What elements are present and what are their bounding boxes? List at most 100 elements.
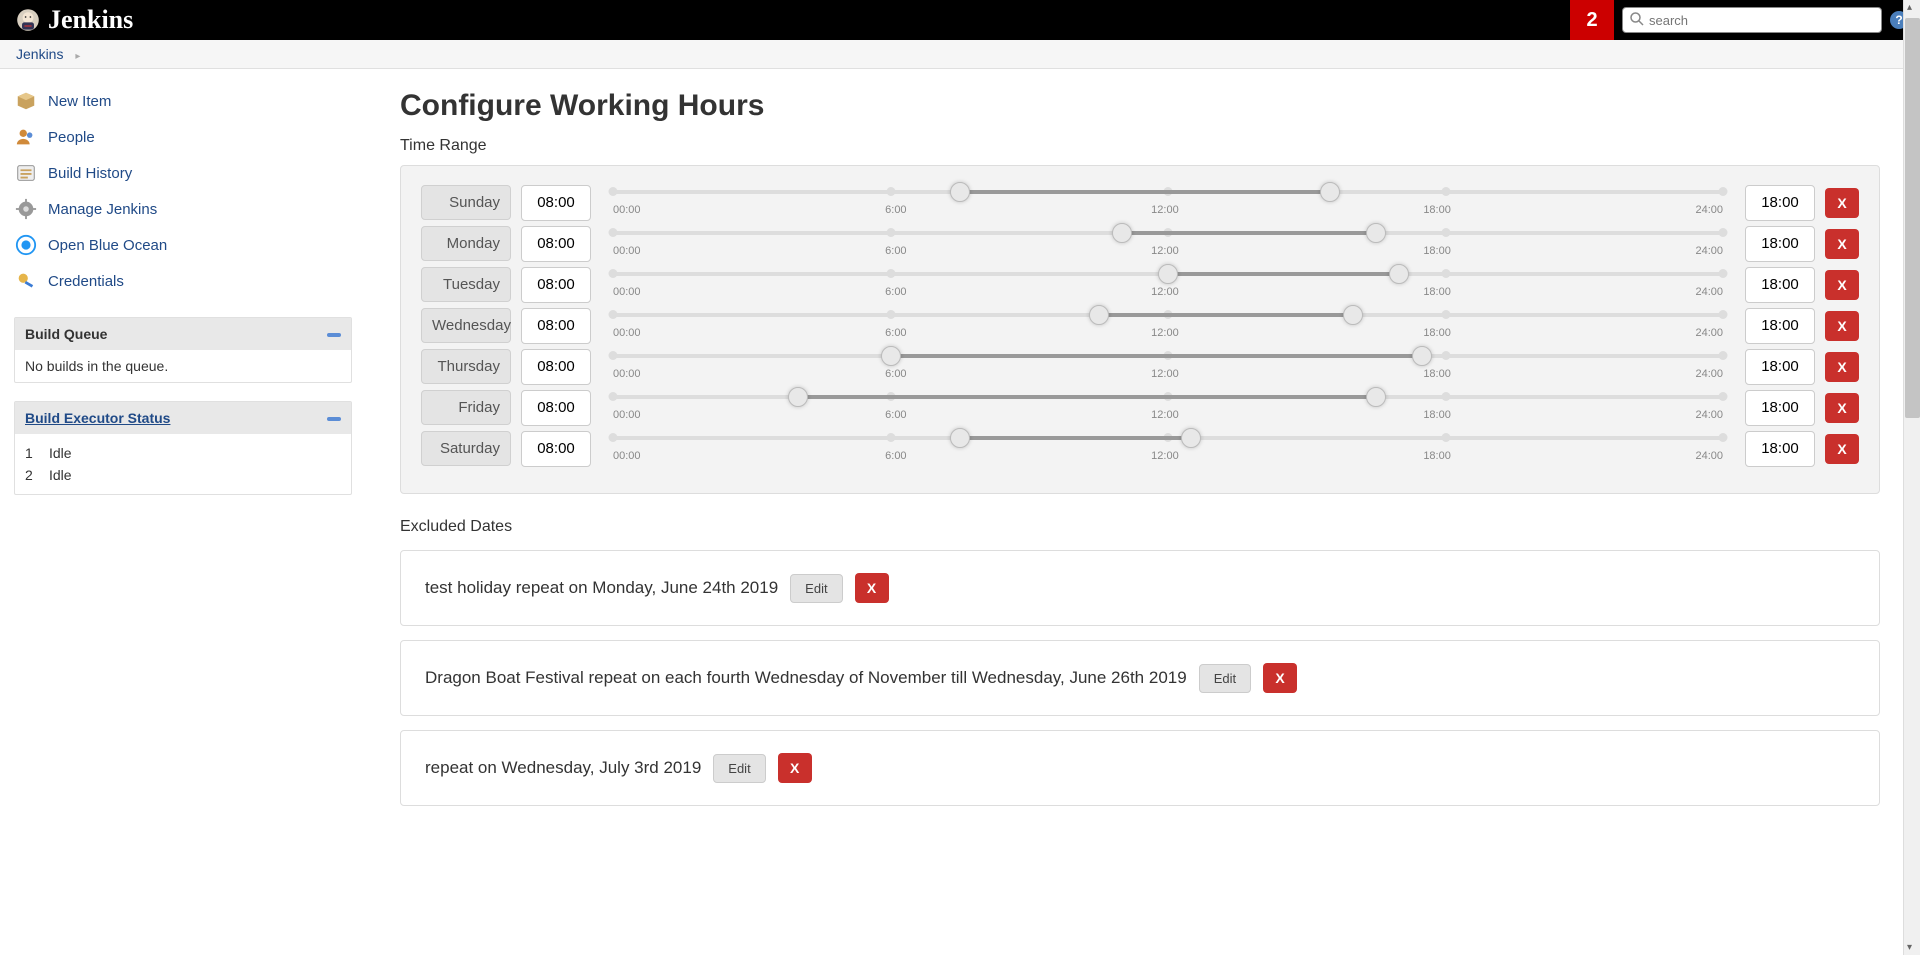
sidebar-item[interactable]: New Item [14,83,352,119]
time-slider[interactable]: 00:006:0012:0018:0024:00 [601,347,1735,387]
slider-tick-label: 24:00 [1695,286,1723,298]
start-time-input[interactable] [521,390,591,426]
start-time-input[interactable] [521,185,591,221]
start-time-input[interactable] [521,308,591,344]
history-icon [14,161,38,185]
scrollbar[interactable]: ▴ ▾ [1903,0,1920,955]
delete-button[interactable]: X [1825,229,1859,259]
slider-handle-end[interactable] [1412,346,1432,366]
slider-tick-label: 18:00 [1423,327,1451,339]
slider-tick-label: 24:00 [1695,450,1723,462]
slider-handle-start[interactable] [1158,264,1178,284]
slider-handle-end[interactable] [1320,182,1340,202]
slider-tick-label: 24:00 [1695,245,1723,257]
executor-header[interactable]: Build Executor Status [15,402,351,434]
end-time-input[interactable] [1745,308,1815,344]
delete-button[interactable]: X [1825,434,1859,464]
time-slider[interactable]: 00:006:0012:0018:0024:00 [601,429,1735,469]
excluded-text: repeat on Wednesday, July 3rd 2019 [425,758,701,778]
slider-handle-end[interactable] [1389,264,1409,284]
slider-handle-start[interactable] [1112,223,1132,243]
search-icon [1629,11,1645,30]
edit-button[interactable]: Edit [713,754,765,783]
brand-area[interactable]: Jenkins [16,5,133,35]
sidebar-item-label[interactable]: People [48,129,95,146]
end-time-input[interactable] [1745,226,1815,262]
delete-button[interactable]: X [1825,352,1859,382]
slider-handle-start[interactable] [950,428,970,448]
time-slider[interactable]: 00:006:0012:0018:0024:00 [601,224,1735,264]
search-box[interactable] [1622,7,1882,33]
search-input[interactable] [1649,13,1875,28]
slider-tick-label: 00:00 [613,245,641,257]
scroll-up-icon[interactable]: ▴ [1907,2,1912,13]
delete-button[interactable]: X [1825,311,1859,341]
end-time-input[interactable] [1745,349,1815,385]
slider-tick-label: 12:00 [1151,286,1179,298]
end-time-input[interactable] [1745,267,1815,303]
credentials-icon [14,269,38,293]
slider-handle-end[interactable] [1181,428,1201,448]
sidebar-item-label[interactable]: Build History [48,165,132,182]
slider-handle-end[interactable] [1366,387,1386,407]
slider-tick-label: 24:00 [1695,327,1723,339]
slider-tick-label: 12:00 [1151,204,1179,216]
slider-tick-label: 00:00 [613,204,641,216]
breadcrumb-root[interactable]: Jenkins [16,46,63,62]
start-time-input[interactable] [521,226,591,262]
end-time-input[interactable] [1745,185,1815,221]
time-slider[interactable]: 00:006:0012:0018:0024:00 [601,388,1735,428]
delete-button[interactable]: X [1825,393,1859,423]
sidebar-item-label[interactable]: New Item [48,93,111,110]
slider-tick-label: 6:00 [885,245,906,257]
slider-handle-start[interactable] [881,346,901,366]
slider-handle-start[interactable] [788,387,808,407]
sidebar-item-label[interactable]: Credentials [48,273,124,290]
end-time-input[interactable] [1745,390,1815,426]
sidebar-item[interactable]: People [14,119,352,155]
time-slider[interactable]: 00:006:0012:0018:0024:00 [601,183,1735,223]
edit-button[interactable]: Edit [790,574,842,603]
sidebar-item-label[interactable]: Open Blue Ocean [48,237,167,254]
sidebar-item[interactable]: Credentials [14,263,352,299]
slider-tick-label: 24:00 [1695,204,1723,216]
slider-tick-label: 18:00 [1423,409,1451,421]
excluded-item: repeat on Wednesday, July 3rd 2019 Edit X [400,730,1880,806]
sidebar-item[interactable]: Manage Jenkins [14,191,352,227]
sidebar: New Item People Build History Manage Jenkin… [0,69,360,846]
time-slider[interactable]: 00:006:0012:0018:0024:00 [601,265,1735,305]
sidebar-item[interactable]: Build History [14,155,352,191]
scroll-thumb[interactable] [1905,18,1920,418]
people-icon [14,125,38,149]
end-time-input[interactable] [1745,431,1815,467]
collapse-icon[interactable] [327,326,341,342]
day-label: Sunday [421,185,511,220]
day-label: Monday [421,226,511,261]
slider-handle-end[interactable] [1366,223,1386,243]
slider-handle-start[interactable] [950,182,970,202]
delete-button[interactable]: X [778,753,812,783]
delete-button[interactable]: X [1825,188,1859,218]
slider-tick-label: 24:00 [1695,409,1723,421]
slider-handle-end[interactable] [1343,305,1363,325]
slider-tick-label: 6:00 [885,409,906,421]
slider-tick-label: 00:00 [613,368,641,380]
time-slider[interactable]: 00:006:0012:0018:0024:00 [601,306,1735,346]
executor-title[interactable]: Build Executor Status [25,410,170,426]
start-time-input[interactable] [521,431,591,467]
sidebar-item[interactable]: Open Blue Ocean [14,227,352,263]
delete-button[interactable]: X [1263,663,1297,693]
notification-badge[interactable]: 2 [1570,0,1614,40]
edit-button[interactable]: Edit [1199,664,1251,693]
slider-tick-label: 6:00 [885,327,906,339]
slider-handle-start[interactable] [1089,305,1109,325]
build-queue-header[interactable]: Build Queue [15,318,351,350]
scroll-down-icon[interactable]: ▾ [1907,942,1912,953]
collapse-icon[interactable] [327,410,341,426]
delete-button[interactable]: X [855,573,889,603]
delete-button[interactable]: X [1825,270,1859,300]
start-time-input[interactable] [521,267,591,303]
start-time-input[interactable] [521,349,591,385]
sidebar-item-label[interactable]: Manage Jenkins [48,201,157,218]
build-queue-body: No builds in the queue. [15,350,351,382]
